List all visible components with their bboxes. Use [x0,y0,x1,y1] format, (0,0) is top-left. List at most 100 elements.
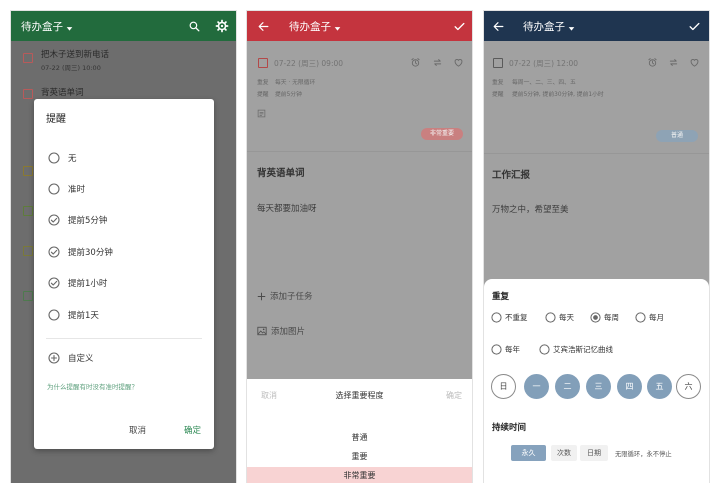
check-circle-icon [48,277,60,289]
task-note[interactable]: 万物之中，希望至美 [492,203,569,215]
repeat-sheet: 重复 不重复 每天 每周 每月 每年 艾宾浩斯记忆曲线 日 一 二 三 四 五 … [484,279,709,483]
check-icon[interactable] [687,19,701,33]
task-note[interactable]: 每天都要加油呀 [257,202,317,214]
task-title[interactable]: 把木子送到新电话 [41,48,109,60]
heart-icon[interactable] [453,57,464,68]
task-date[interactable]: 07-22 (周三) 12:00 [509,58,578,69]
task-date[interactable]: 07-22 (周三) 09:00 [274,58,343,69]
radio-icon [539,343,550,355]
weekday-toggle[interactable]: 四 [617,374,642,399]
weekday-toggle[interactable]: 日 [491,374,516,399]
task-title[interactable]: 背英语单词 [41,86,84,98]
weekday-toggle[interactable]: 五 [647,374,672,399]
reminder-option[interactable]: 提前30分钟 [48,245,113,259]
app-title-dropdown[interactable]: 待办盒子 [21,11,73,41]
duration-option[interactable]: 永久 [511,445,546,461]
repeat-value: 每周一、二、三、四、五 [512,80,576,86]
reminder-option-label: 提前5分钟 [68,216,108,226]
radio-icon [635,311,646,323]
task-checkbox[interactable] [23,291,33,301]
task-checkbox[interactable] [23,89,33,99]
divider [46,338,202,339]
repeat-option[interactable]: 每月 [635,311,664,323]
reminder-dialog: 提醒 无 准时 提前5分钟 提前30分钟 提前1小时 提前1天 自定义 为什么提… [34,99,214,449]
repeat-option-label: 不重复 [505,312,528,322]
add-subtask-button[interactable]: 添加子任务 [257,290,313,302]
duration-option[interactable]: 次数 [551,445,577,461]
task-checkbox[interactable] [23,206,33,216]
alarm-icon[interactable] [647,57,658,68]
priority-badge[interactable]: 普通 [656,130,698,142]
importance-sheet: 取消 选择重要程度 确定 普通 重要 非常重要 [247,379,472,483]
repeat-icon[interactable] [432,57,443,68]
repeat-option-label: 每年 [505,344,520,354]
task-checkbox[interactable] [493,58,503,68]
alarm-icon[interactable] [410,57,421,68]
reminder-option[interactable]: 提前1天 [48,308,99,322]
image-icon [257,326,267,336]
reminder-option-label: 提前30分钟 [68,248,113,258]
importance-option[interactable]: 普通 [247,429,472,447]
task-checkbox[interactable] [258,58,268,68]
check-circle-icon [48,183,60,195]
chevron-down-icon [568,17,575,36]
app-title-dropdown[interactable]: 待办盒子 [523,11,575,41]
note-icon [257,109,268,120]
repeat-icon[interactable] [668,57,679,68]
app-title-dropdown[interactable]: 待办盒子 [289,11,341,41]
reminder-option[interactable]: 提前1小时 [48,276,107,290]
repeat-screen: 待办盒子 07-22 (周三) 12:00 重复 每周一、二、三、四、五 提醒 … [483,10,710,483]
radio-icon [491,311,502,323]
add-image-button[interactable]: 添加图片 [257,325,305,337]
search-icon[interactable] [187,19,201,33]
task-checkbox[interactable] [23,53,33,63]
app-header: 待办盒子 [484,11,709,41]
weekday-toggle[interactable]: 二 [555,374,580,399]
importance-option[interactable]: 重要 [247,448,472,466]
reminder-option[interactable]: 提前5分钟 [48,213,107,227]
custom-reminder-label: 自定义 [68,354,94,364]
cancel-button[interactable]: 取消 [129,424,146,436]
heart-icon[interactable] [689,57,700,68]
reminder-option-label: 无 [68,154,77,164]
help-link[interactable]: 为什么提醒有时没有准时提醒？ [47,381,138,391]
check-icon[interactable] [452,19,466,33]
app-header: 待办盒子 [247,11,472,41]
reminder-option-label: 提前1天 [68,311,99,321]
importance-option[interactable]: 非常重要 [247,467,472,483]
custom-reminder-button[interactable]: 自定义 [48,351,94,365]
back-arrow-icon[interactable] [256,19,270,33]
gear-icon[interactable] [215,19,229,33]
repeat-option[interactable]: 不重复 [491,311,528,323]
check-circle-icon [48,214,60,226]
app-title: 待办盒子 [289,20,331,33]
reminder-screen: 待办盒子 把木子送到新电话 07-22 (周三) 10:00 背英语单词 提醒 … [10,10,237,483]
remind-label: 提醒 [257,92,269,98]
priority-badge[interactable]: 非常重要 [421,128,463,140]
repeat-option[interactable]: 每年 [491,343,520,355]
app-header: 待办盒子 [11,11,236,41]
remind-value: 提前5分钟, 提前30分钟, 提前1小时 [512,92,604,98]
reminder-option[interactable]: 准时 [48,182,85,196]
weekday-toggle[interactable]: 三 [586,374,611,399]
repeat-option-label: 每月 [649,312,664,322]
task-title[interactable]: 背英语单词 [257,165,305,179]
back-arrow-icon[interactable] [491,19,505,33]
reminder-option[interactable]: 无 [48,151,77,165]
duration-option[interactable]: 日期 [580,445,608,461]
weekday-toggle[interactable]: 一 [524,374,549,399]
plus-icon [257,292,266,300]
confirm-button[interactable]: 确定 [184,424,201,436]
repeat-option[interactable]: 艾宾浩斯记忆曲线 [539,343,613,355]
weekday-toggle[interactable]: 六 [676,374,701,399]
remind-label: 提醒 [492,92,504,98]
task-checkbox[interactable] [23,166,33,176]
duration-description: 无限循环，永不停止 [615,451,672,458]
divider [484,153,709,154]
confirm-button[interactable]: 确定 [446,389,462,403]
task-title[interactable]: 工作汇报 [492,167,530,181]
repeat-option-label: 每天 [559,312,574,322]
repeat-option[interactable]: 每天 [545,311,574,323]
task-checkbox[interactable] [23,246,33,256]
repeat-option[interactable]: 每周 [590,311,619,323]
